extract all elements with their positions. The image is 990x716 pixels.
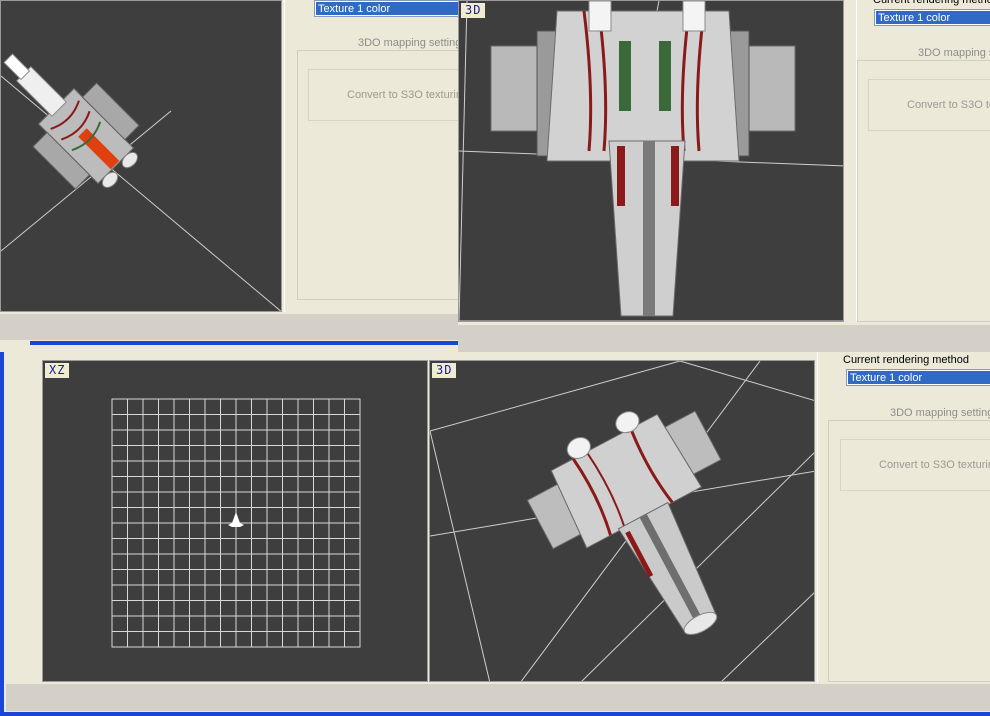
top-right-side-panel: Current rendering method Texture 1 color… bbox=[856, 0, 990, 322]
rendering-method-label: Current rendering method bbox=[873, 0, 990, 6]
convert-button-label: Convert to S3O texturing bbox=[347, 89, 460, 101]
top-right-status-strip bbox=[458, 325, 990, 352]
viewport-label-3d: 3D bbox=[461, 3, 486, 18]
bottom-window-bottom-frame bbox=[0, 712, 990, 716]
xz-grid-scene bbox=[111, 398, 361, 648]
ship-model-3d bbox=[526, 410, 722, 635]
rendering-method-select[interactable]: Texture 1 color bbox=[314, 0, 460, 17]
mapping-settings-label: 3DO mapping setting bbox=[890, 407, 990, 419]
viewport-label-3d: 3D bbox=[432, 363, 457, 378]
top-left-side-panel: Texture 1 color 3DO mapping setting Conv… bbox=[284, 0, 460, 312]
rendering-method-value: Texture 1 color bbox=[876, 11, 990, 24]
top-left-frame-edge bbox=[30, 341, 460, 345]
mapping-settings-label: 3DO mapping setting bbox=[358, 37, 460, 49]
convert-button-label: Convert to S3O texturing bbox=[907, 99, 990, 111]
xz-viewport[interactable]: XZ bbox=[42, 360, 428, 682]
convert-to-s3o-button[interactable]: Convert to S3O texturing bbox=[308, 69, 460, 121]
top-left-status-strip bbox=[0, 314, 460, 340]
rendering-method-label: Current rendering method bbox=[843, 354, 969, 366]
rendering-method-select[interactable]: Texture 1 color bbox=[846, 369, 990, 386]
bottom-window: XZ 3D Current rendering method Texture 1… bbox=[0, 352, 990, 716]
bottom-side-panel: Current rendering method Texture 1 color… bbox=[817, 352, 990, 682]
top-left-viewport-scene bbox=[1, 53, 281, 311]
top-left-window: Texture 1 color 3DO mapping setting Conv… bbox=[0, 0, 460, 345]
ship-model-top-view bbox=[490, 1, 796, 317]
ship-silhouette bbox=[228, 512, 244, 527]
ship-model-topleft bbox=[3, 53, 140, 190]
rendering-method-select[interactable]: Texture 1 color bbox=[874, 9, 990, 26]
convert-to-s3o-button[interactable]: Convert to S3O texturing bbox=[868, 79, 990, 131]
convert-to-s3o-button[interactable]: Convert to S3O texturing bbox=[840, 439, 990, 491]
3d-viewport[interactable]: 3D bbox=[429, 360, 815, 682]
mapping-settings-label: 3DO mapping setting bbox=[918, 47, 990, 59]
top-right-viewport-scene bbox=[459, 1, 843, 321]
bottom-status-strip bbox=[6, 684, 990, 711]
top-right-window: 3D Current rendering method Texture 1 co… bbox=[458, 0, 990, 352]
rendering-method-value: Texture 1 color bbox=[316, 2, 460, 15]
convert-button-label: Convert to S3O texturing bbox=[879, 459, 990, 471]
bottom-window-left-frame bbox=[0, 352, 4, 716]
viewport-label-xz: XZ bbox=[45, 363, 70, 378]
top-left-viewport[interactable] bbox=[0, 0, 282, 312]
top-right-viewport[interactable]: 3D bbox=[458, 0, 844, 322]
rendering-method-value: Texture 1 color bbox=[848, 371, 990, 384]
3d-viewport-scene bbox=[430, 361, 814, 681]
